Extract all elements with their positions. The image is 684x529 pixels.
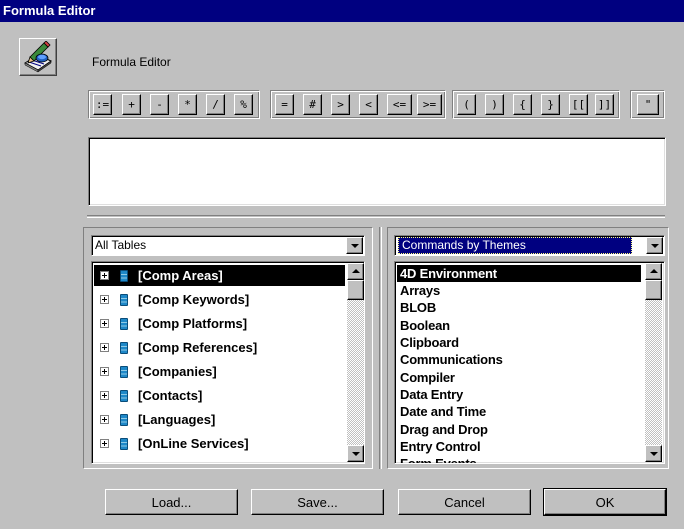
page-title: Formula Editor	[92, 55, 171, 69]
op-close-paren-button[interactable]: )	[485, 94, 504, 115]
expand-icon[interactable]	[100, 391, 109, 400]
list-item[interactable]: Form Events	[397, 455, 641, 463]
table-row[interactable]: [Languages]	[94, 409, 215, 430]
list-item[interactable]: Compiler	[397, 369, 641, 386]
table-icon	[120, 389, 128, 402]
table-row[interactable]: [Comp Areas]	[94, 265, 345, 286]
scroll-thumb[interactable]	[347, 280, 364, 300]
load-button[interactable]: Load...	[105, 489, 238, 515]
scroll-up-icon[interactable]	[645, 263, 662, 280]
tables-scrollbar[interactable]	[347, 263, 364, 462]
op-equal-button[interactable]: =	[275, 94, 294, 115]
commands-scrollbar[interactable]	[645, 263, 662, 462]
table-icon	[120, 365, 128, 378]
table-icon	[120, 317, 128, 330]
expand-icon[interactable]	[100, 415, 109, 424]
op-greater-button[interactable]: >	[331, 94, 350, 115]
scroll-up-icon[interactable]	[347, 263, 364, 280]
op-quote-button[interactable]: "	[637, 94, 659, 115]
op-open-brace-button[interactable]: {	[513, 94, 532, 115]
list-item[interactable]: Boolean	[397, 317, 641, 334]
formula-input[interactable]	[88, 137, 666, 206]
expand-icon[interactable]	[100, 367, 109, 376]
tables-dropdown-value: All Tables	[95, 238, 147, 252]
tables-dropdown[interactable]: All Tables	[91, 235, 365, 256]
window-title: Formula Editor	[3, 3, 96, 18]
table-row[interactable]: [Comp Platforms]	[94, 313, 247, 334]
commands-dropdown-value: Commands by Themes	[398, 237, 632, 254]
op-lessequal-button[interactable]: <=	[387, 94, 412, 115]
formula-editor-icon	[19, 38, 57, 76]
op-open-element-button[interactable]: [[	[569, 94, 588, 115]
commands-dropdown[interactable]: Commands by Themes	[394, 235, 665, 256]
table-icon	[120, 269, 128, 282]
scroll-thumb[interactable]	[645, 280, 662, 300]
list-item[interactable]: Drag and Drop	[397, 421, 641, 438]
op-divide-button[interactable]: /	[206, 94, 225, 115]
list-item[interactable]: Arrays	[397, 282, 641, 299]
divider	[87, 215, 665, 218]
chevron-down-icon[interactable]	[346, 237, 363, 254]
op-minus-button[interactable]: -	[150, 94, 169, 115]
cancel-button[interactable]: Cancel	[398, 489, 531, 515]
op-multiply-button[interactable]: *	[178, 94, 197, 115]
op-open-paren-button[interactable]: (	[457, 94, 476, 115]
scroll-down-icon[interactable]	[645, 445, 662, 462]
table-icon	[120, 413, 128, 426]
table-row[interactable]: [Contacts]	[94, 385, 202, 406]
commands-list[interactable]: 4D Environment Arrays BLOB Boolean Clipb…	[394, 261, 665, 464]
tables-list[interactable]: [Comp Areas] [Comp Keywords] [Comp Platf…	[91, 261, 365, 464]
expand-icon[interactable]	[100, 343, 109, 352]
table-row[interactable]: [OnLine Services]	[94, 433, 249, 454]
table-icon	[120, 341, 128, 354]
list-item[interactable]: Date and Time	[397, 403, 641, 420]
table-icon	[120, 293, 128, 306]
list-item[interactable]: Entry Control	[397, 438, 641, 455]
ok-button[interactable]: OK	[543, 488, 667, 516]
list-item[interactable]: BLOB	[397, 299, 641, 316]
op-assign-button[interactable]: :=	[93, 94, 112, 115]
list-item[interactable]: Data Entry	[397, 386, 641, 403]
expand-icon[interactable]	[100, 271, 109, 280]
expand-icon[interactable]	[100, 439, 109, 448]
op-percent-button[interactable]: %	[234, 94, 253, 115]
chevron-down-icon[interactable]	[646, 237, 663, 254]
list-item[interactable]: Clipboard	[397, 334, 641, 351]
table-icon	[120, 437, 128, 450]
save-button[interactable]: Save...	[251, 489, 384, 515]
list-item[interactable]: Communications	[397, 351, 641, 368]
panel-divider	[379, 227, 382, 469]
op-close-element-button[interactable]: ]]	[595, 94, 614, 115]
expand-icon[interactable]	[100, 295, 109, 304]
title-bar: Formula Editor	[0, 0, 684, 22]
op-notequal-button[interactable]: #	[303, 94, 322, 115]
table-row[interactable]: [Comp References]	[94, 337, 257, 358]
scroll-down-icon[interactable]	[347, 445, 364, 462]
op-less-button[interactable]: <	[359, 94, 378, 115]
op-close-brace-button[interactable]: }	[541, 94, 560, 115]
op-greaterequal-button[interactable]: >=	[417, 94, 442, 115]
list-item[interactable]: 4D Environment	[397, 265, 641, 282]
op-plus-button[interactable]: +	[122, 94, 141, 115]
table-row[interactable]: [Companies]	[94, 361, 217, 382]
expand-icon[interactable]	[100, 319, 109, 328]
table-row[interactable]: [Comp Keywords]	[94, 289, 249, 310]
